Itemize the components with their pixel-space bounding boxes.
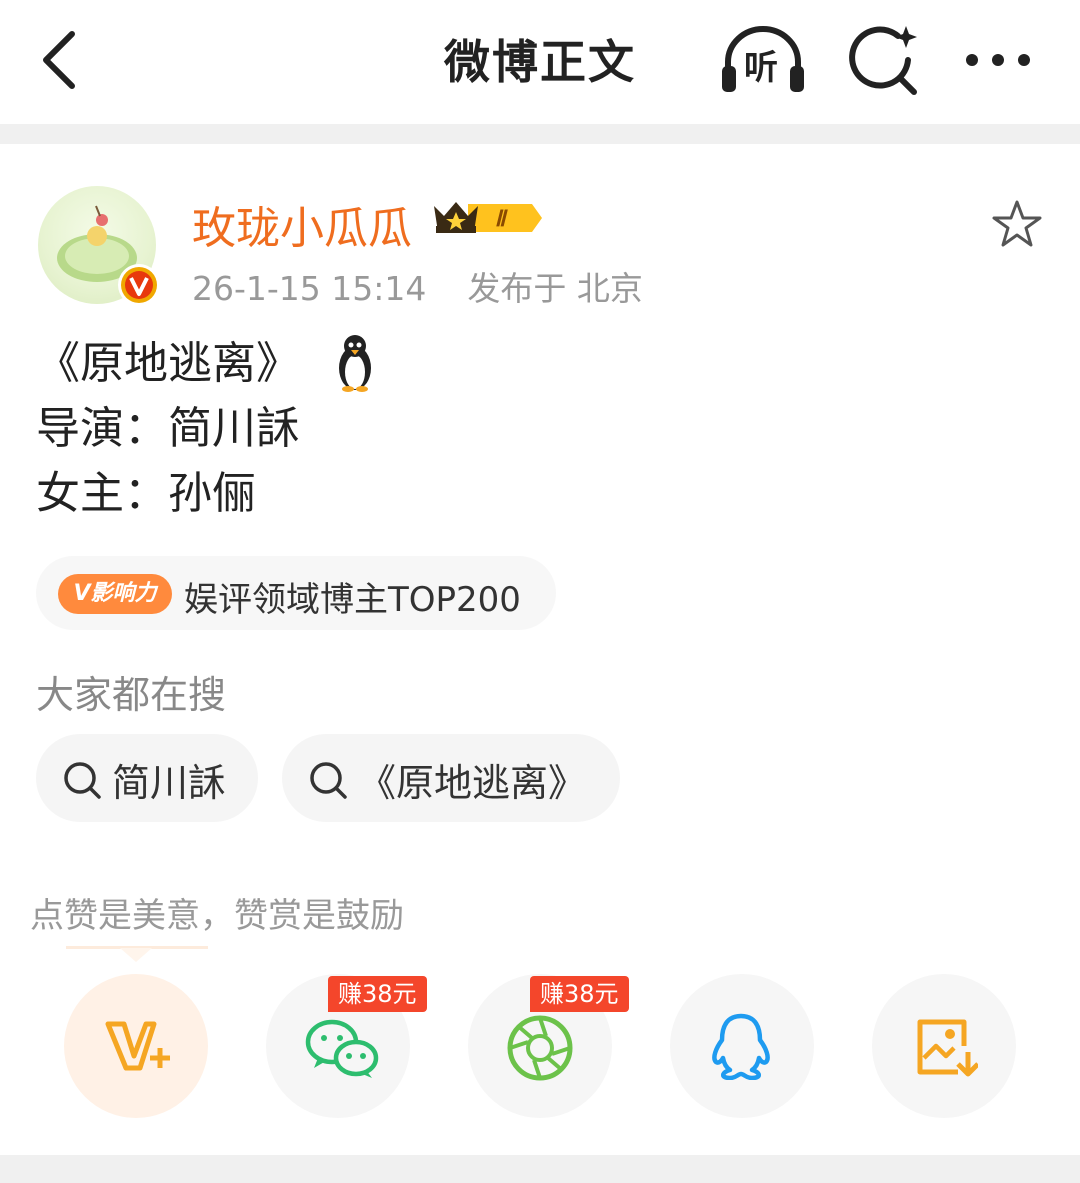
moments-icon [507,1015,573,1081]
wechat-icon [305,1019,379,1078]
bottom-separator [0,1155,1080,1183]
search-icon [64,762,101,799]
vip-crown-badge[interactable]: Ⅱ [428,196,544,240]
qq-icon [712,1013,770,1080]
post-location: 发布于 北京 [467,269,643,308]
author-name[interactable]: 玫珑小瓜瓜 [192,192,412,256]
post-content-line: 导演：简川訸 [36,403,300,454]
v-plus-icon [105,1021,170,1071]
star-icon[interactable] [990,198,1044,252]
reward-text: 点赞是美意，赞赏是鼓励 [30,896,404,936]
search-chip-label: 简川訸 [112,761,227,805]
search-icon [310,762,347,799]
separator [0,124,1080,144]
post-content-line: 女主：孙俪 [36,468,256,519]
influence-text: 娱评领域博主TOP200 [184,580,521,620]
more-horizontal-icon[interactable] [960,48,1040,72]
top-bar: 微博正文 听 [0,0,1080,124]
post-time: 26-1-15 15:14 [192,269,427,308]
ai-search-icon[interactable] [846,22,922,98]
search-chip-label: 《原地逃离》 [358,761,587,805]
influence-tag: V影响力 [58,574,172,614]
earn-badge: 赚38元 [530,976,629,1012]
tip-arrow [120,948,152,962]
penguin-icon [339,335,371,392]
post-meta: 26-1-15 15:14 发布于 北京 [192,262,643,310]
save-image-icon [917,1019,978,1077]
verified-badge [118,264,160,306]
hot-search-title: 大家都在搜 [36,673,227,717]
post-content-line: 《原地逃离》 [36,338,300,389]
earn-badge: 赚38元 [328,976,427,1012]
listen-label[interactable]: 听 [744,40,778,89]
